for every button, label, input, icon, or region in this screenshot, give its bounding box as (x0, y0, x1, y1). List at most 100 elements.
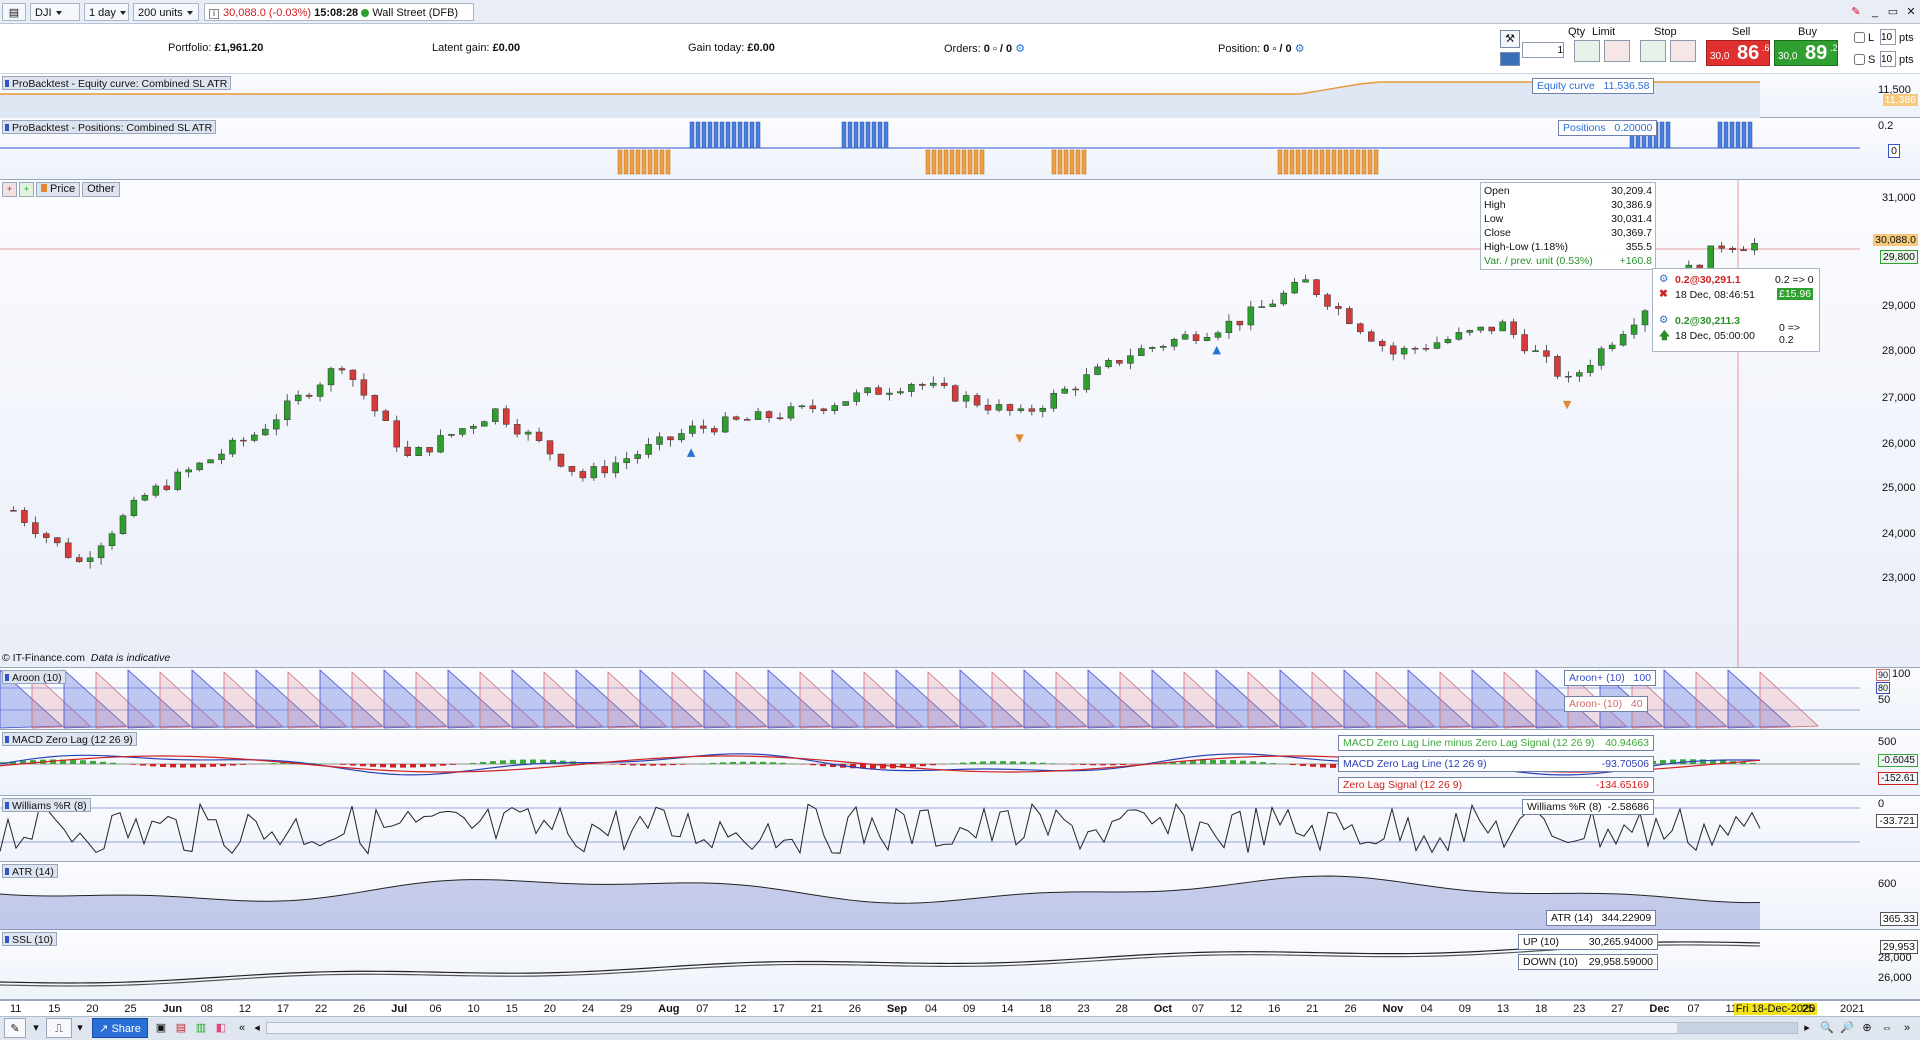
orders-stat[interactable]: Orders: 0 ▫ / 0 ⚙ (944, 42, 1025, 55)
screenshot-icon[interactable]: ▣ (152, 1018, 170, 1038)
candle-body (864, 387, 871, 394)
candle-body (1532, 350, 1539, 352)
candle-body (1127, 355, 1134, 364)
zoom-out-icon[interactable]: 🔍 (1818, 1018, 1836, 1038)
print-icon[interactable]: ◧ (212, 1018, 230, 1038)
period-selector[interactable]: 1 day (84, 3, 129, 21)
scroll-right-icon[interactable]: ▸ (1800, 1018, 1814, 1038)
scroll-start-icon[interactable]: « (234, 1018, 250, 1038)
candle-body (787, 406, 795, 419)
short-position-bar (1283, 149, 1289, 175)
scroll-end-icon[interactable]: » (1898, 1018, 1916, 1038)
chevron-down-icon[interactable]: ▾ (30, 1018, 42, 1038)
share-button[interactable]: ↗ Share (92, 1018, 148, 1038)
williams-panel-title[interactable]: Williams %R (8) (2, 798, 91, 812)
ssl-down-value: 29,958.59000 (1588, 956, 1653, 968)
candle-body (492, 408, 499, 422)
remove-indicator-icon[interactable]: + (2, 182, 17, 197)
stop-pts-input[interactable] (1880, 51, 1896, 67)
chevron-down-icon[interactable]: ▾ (74, 1018, 86, 1038)
limit-pts-checkbox[interactable] (1854, 32, 1865, 43)
stop-sell-button[interactable] (1670, 40, 1696, 62)
atr-panel-title[interactable]: ATR (14) (2, 864, 58, 878)
ssl-panel[interactable]: SSL (10) UP (10) 30,265.94000 DOWN (10) 29… (0, 930, 1920, 1000)
drawing-tool-icon[interactable]: ✎ (4, 1018, 26, 1038)
app-menu-icon[interactable]: ▤ (2, 3, 26, 21)
stop-buy-button[interactable] (1640, 40, 1666, 62)
atr-panel[interactable]: ATR (14) ATR (14) 344.22909 600 365.33 (0, 862, 1920, 930)
sell-button[interactable]: 30,0 86 .6 (1706, 40, 1770, 66)
close-icon[interactable]: ✕ (1902, 3, 1920, 21)
trade-exit: ⚙ 0.2@30,291.1 ✖ 18 Dec, 08:46:51 0.2 =>… (1655, 272, 1817, 308)
limit-sell-button[interactable] (1604, 40, 1630, 62)
williams-panel[interactable]: Williams %R (8) Williams %R (8) -2.58686… (0, 796, 1920, 862)
candle-body (262, 428, 269, 436)
units-selector[interactable]: 200 units (133, 3, 199, 21)
qty-input[interactable] (1522, 42, 1564, 58)
keyboard-icon[interactable] (1500, 52, 1520, 66)
equity-panel-title[interactable]: ProBacktest - Equity curve: Combined SL … (2, 76, 232, 90)
zoom-reset-icon[interactable]: ⊕ (1858, 1018, 1876, 1038)
limit-pts-input[interactable] (1880, 29, 1896, 45)
order-tool-icon[interactable]: ⚒ (1500, 30, 1520, 48)
positions-panel[interactable]: ProBacktest - Positions: Combined SL ATR… (0, 118, 1920, 180)
instrument-selector[interactable]: DJI (30, 3, 80, 21)
aroon-panel[interactable]: Aroon (10) Aroon+ (10) 100 Aroon- (10) 4… (0, 668, 1920, 730)
price-chart-panel[interactable]: ▲ ▼ ▲ ▼ ✖ + + Price Other Open 30,209.4 High 30… (0, 180, 1920, 668)
equity-curve-panel[interactable]: ProBacktest - Equity curve: Combined SL … (0, 74, 1920, 118)
limit-buy-button[interactable] (1574, 40, 1600, 62)
sell-label: Sell (1732, 26, 1751, 38)
candle-body (43, 533, 50, 538)
import-icon[interactable]: ▥ (192, 1018, 210, 1038)
position-stat[interactable]: Position: 0 ▫ / 0 ⚙ (1218, 42, 1305, 55)
aroon-y100: 100 (1892, 668, 1911, 680)
zoom-in-icon[interactable]: 🔎 (1838, 1018, 1856, 1038)
long-position-bar (719, 121, 725, 149)
buy-button[interactable]: 30,0 89 .2 (1774, 40, 1838, 66)
macd-histogram-bar (930, 764, 936, 766)
add-indicator-icon[interactable]: + (19, 182, 34, 197)
macd-histogram-bar (680, 764, 686, 765)
gear-icon: ⚙ (1659, 314, 1669, 326)
settings-icon[interactable]: ⚙ (1015, 43, 1025, 55)
candle-body (338, 368, 346, 371)
price-y-tick: 24,000 (1882, 528, 1916, 540)
date-axis[interactable]: 11 15 20 25 Jun 08 12 17 22 26 Jul 06 10 15 20 24 29 Aug 0… (0, 1000, 1920, 1016)
tab-price[interactable]: Price (36, 182, 81, 197)
scrollbar-thumb[interactable] (1677, 1023, 1797, 1033)
long-position-bar (737, 121, 743, 149)
ohlc-value: 30,209.4 (1611, 185, 1652, 197)
candle-body (634, 454, 641, 459)
date-label: 12 (734, 1003, 747, 1015)
minimize-icon[interactable]: _ (1866, 3, 1884, 21)
ssl-panel-title[interactable]: SSL (10) (2, 932, 58, 946)
positions-panel-title[interactable]: ProBacktest - Positions: Combined SL ATR (2, 120, 217, 134)
horizontal-scrollbar[interactable] (266, 1022, 1798, 1034)
restore-icon[interactable]: ▭ (1884, 3, 1902, 21)
short-position-bar (1313, 149, 1319, 175)
macd-panel[interactable]: MACD Zero Lag (12 26 9) MACD Zero Lag Li… (0, 730, 1920, 796)
aroon-down-label: Aroon- (10) (1569, 698, 1623, 710)
candle-body (1083, 374, 1090, 390)
macd-histogram-bar (390, 764, 396, 768)
alert-icon[interactable]: ✎ (1846, 3, 1866, 21)
aroon-panel-title[interactable]: Aroon (10) (2, 670, 66, 684)
macd-histogram-bar (350, 764, 356, 766)
scroll-left-icon[interactable]: ◂ (250, 1018, 264, 1038)
candle-body (1280, 292, 1287, 305)
candle-body (798, 405, 806, 408)
chart-type-icon[interactable]: ⎍ (46, 1018, 72, 1038)
settings-icon[interactable]: ⚙ (1295, 43, 1305, 55)
candle-body (437, 435, 444, 453)
export-icon[interactable]: ▤ (172, 1018, 190, 1038)
candle-body (962, 395, 970, 402)
candle-body (1159, 345, 1167, 348)
candle-body (97, 545, 105, 559)
tab-other[interactable]: Other (82, 182, 120, 197)
long-position-bar (865, 121, 871, 149)
fit-icon[interactable]: ⇔ (1878, 1018, 1896, 1038)
macd-panel-title[interactable]: MACD Zero Lag (12 26 9) (2, 732, 137, 746)
qty-label: Qty (1568, 26, 1586, 38)
macd-histogram-bar (1030, 762, 1036, 764)
stop-pts-checkbox[interactable] (1854, 54, 1865, 65)
